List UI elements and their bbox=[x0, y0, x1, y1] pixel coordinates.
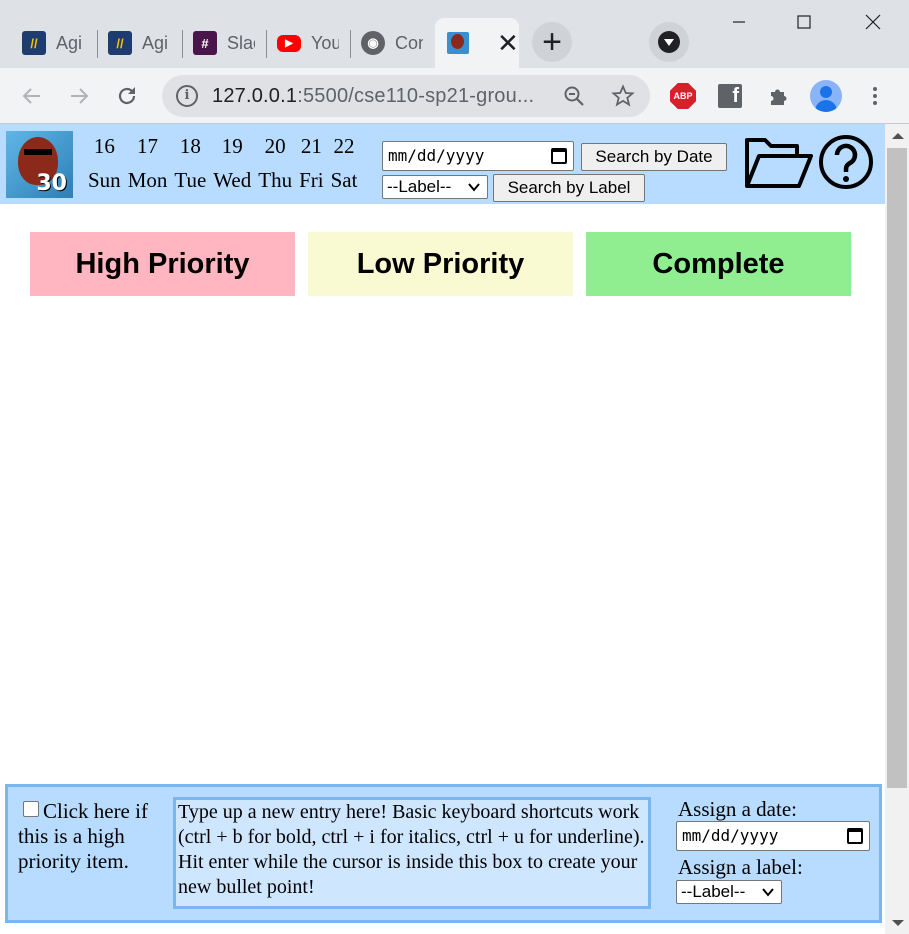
facebook-extension-icon[interactable]: f bbox=[718, 84, 742, 108]
tab-title: Con bbox=[395, 32, 423, 53]
agile-icon: // bbox=[108, 31, 132, 55]
new-entry-panel: Click here if this is a high priority it… bbox=[5, 784, 882, 923]
browser-tab[interactable]: ▶ You bbox=[267, 18, 339, 68]
forward-icon[interactable] bbox=[63, 80, 95, 112]
tab-title: You bbox=[311, 32, 339, 53]
browser-tab[interactable]: // Agi bbox=[98, 18, 170, 68]
day-wed[interactable]: 19 Wed bbox=[213, 133, 251, 193]
week-day-strip: 16 Sun 17 Mon 18 Tue 19 Wed 20 Thu 21 Fri 22 Sa… bbox=[88, 133, 364, 193]
close-tab-icon[interactable]: ✕ bbox=[497, 30, 519, 56]
search-date-input[interactable]: mm/dd/yyyy bbox=[382, 141, 574, 171]
app-header: 30 16 Sun 17 Mon 18 Tue 19 Wed 20 Thu 21 Fri 2… bbox=[0, 124, 885, 204]
tab-title: Agi bbox=[56, 32, 83, 53]
zoom-icon[interactable] bbox=[558, 80, 590, 112]
minimize-window-button[interactable] bbox=[724, 8, 754, 36]
assign-date-label: Assign a date: bbox=[678, 797, 797, 821]
url-text: 127.0.0.1:5500/cse110-sp21-grou... bbox=[212, 85, 535, 107]
github-icon: ◉ bbox=[361, 31, 385, 55]
day-sat[interactable]: 22 Sat bbox=[331, 133, 358, 193]
label-filter-select[interactable]: --Label-- bbox=[382, 175, 488, 199]
high-priority-column[interactable]: High Priority bbox=[30, 232, 295, 296]
app-logo-icon bbox=[447, 32, 469, 54]
scroll-down-arrow[interactable] bbox=[892, 920, 904, 926]
extensions-puzzle-icon[interactable] bbox=[763, 80, 795, 112]
day-mon[interactable]: 17 Mon bbox=[128, 133, 168, 193]
scrollbar-thumb[interactable] bbox=[887, 148, 907, 788]
browser-tab-active[interactable]: ✕ bbox=[435, 18, 519, 68]
entry-editor[interactable]: Type up a new entry here! Basic keyboard… bbox=[173, 797, 651, 909]
agile-icon: // bbox=[22, 31, 46, 55]
tab-search-button[interactable] bbox=[649, 22, 689, 62]
priority-columns: High Priority Low Priority Complete bbox=[30, 232, 864, 296]
browser-tab-strip: // Agi // Agi # Slac ▶ You ◉ Con ✕ + bbox=[0, 0, 909, 68]
reload-icon[interactable] bbox=[111, 80, 143, 112]
bookmark-star-icon[interactable] bbox=[607, 80, 639, 112]
new-tab-button[interactable]: + bbox=[532, 22, 572, 62]
app-logo: 30 bbox=[6, 131, 73, 198]
tab-title: Slac bbox=[227, 32, 255, 53]
scroll-up-arrow[interactable] bbox=[892, 133, 904, 139]
high-priority-toggle[interactable]: Click here if this is a high priority it… bbox=[18, 799, 168, 874]
back-icon[interactable] bbox=[16, 80, 48, 112]
adblock-extension-icon[interactable]: ABP bbox=[670, 83, 696, 109]
address-bar[interactable]: i 127.0.0.1:5500/cse110-sp21-grou... bbox=[162, 75, 650, 117]
browser-tab[interactable]: // Agi bbox=[12, 18, 84, 68]
chevron-down-icon bbox=[762, 888, 774, 897]
close-window-button[interactable] bbox=[858, 8, 888, 36]
calendar-icon[interactable] bbox=[847, 828, 863, 844]
day-thu[interactable]: 20 Thu bbox=[258, 133, 292, 193]
calendar-icon[interactable] bbox=[551, 148, 567, 164]
profile-avatar[interactable] bbox=[810, 80, 842, 112]
browser-tab[interactable]: ◉ Con bbox=[351, 18, 423, 68]
chevron-down-icon bbox=[658, 31, 680, 53]
day-sun[interactable]: 16 Sun bbox=[88, 133, 121, 193]
info-icon[interactable]: i bbox=[176, 85, 198, 107]
low-priority-column[interactable]: Low Priority bbox=[308, 232, 573, 296]
maximize-window-button[interactable] bbox=[789, 8, 819, 36]
assign-label-select[interactable]: --Label-- bbox=[676, 880, 782, 904]
day-tue[interactable]: 18 Tue bbox=[174, 133, 206, 193]
day-fri[interactable]: 21 Fri bbox=[299, 133, 324, 193]
tab-title: Agi bbox=[142, 32, 169, 53]
slack-icon: # bbox=[193, 31, 217, 55]
browser-tab[interactable]: # Slac bbox=[183, 18, 255, 68]
chevron-down-icon bbox=[468, 183, 480, 192]
assign-label-label: Assign a label: bbox=[678, 855, 803, 879]
browser-menu-icon[interactable] bbox=[859, 80, 891, 112]
search-by-date-button[interactable]: Search by Date bbox=[581, 143, 727, 171]
folder-open-icon[interactable] bbox=[744, 134, 814, 190]
help-icon[interactable] bbox=[818, 134, 874, 190]
youtube-icon: ▶ bbox=[277, 34, 301, 52]
assign-date-input[interactable]: mm/dd/yyyy bbox=[676, 821, 870, 851]
search-by-label-button[interactable]: Search by Label bbox=[493, 174, 645, 202]
complete-column[interactable]: Complete bbox=[586, 232, 851, 296]
high-priority-checkbox[interactable] bbox=[23, 801, 39, 817]
